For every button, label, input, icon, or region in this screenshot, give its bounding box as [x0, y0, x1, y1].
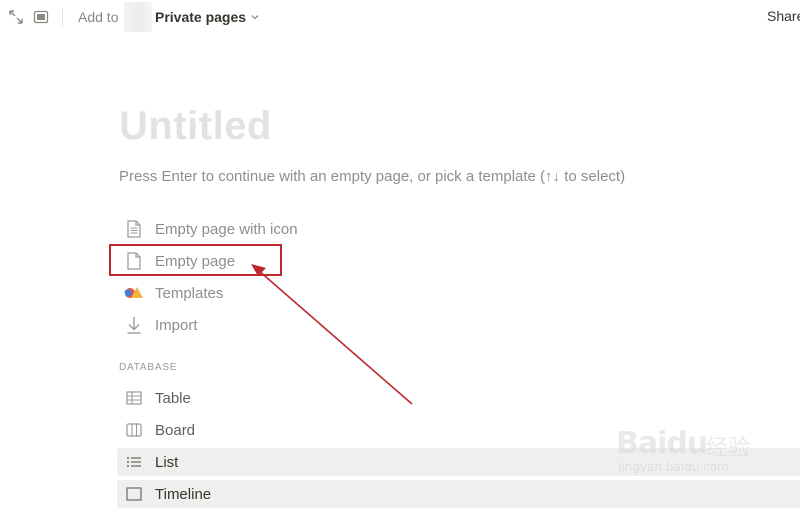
import-arrow-icon	[123, 314, 145, 336]
page-with-text-icon	[123, 218, 145, 240]
template-hint: Press Enter to continue with an empty pa…	[119, 168, 626, 185]
option-label: Import	[155, 316, 198, 334]
toolbar-divider	[62, 8, 63, 26]
database-item-label: Timeline	[155, 485, 212, 503]
baidu-watermark: Baidu 经验 jingyan.baidu.com	[614, 410, 794, 482]
templates-shapes-icon	[123, 282, 145, 304]
table-icon	[123, 387, 145, 409]
chevron-down-icon	[251, 15, 259, 20]
expand-icon[interactable]	[8, 9, 24, 25]
workspace-name: Private pages	[155, 9, 247, 25]
database-item-label: Table	[155, 389, 191, 407]
database-item-label: Board	[155, 421, 196, 439]
database-item-label: List	[155, 453, 179, 471]
board-icon	[123, 419, 145, 441]
page-title[interactable]: Untitled	[119, 104, 272, 149]
option-label: Templates	[155, 284, 224, 302]
highlight-box-annotation	[109, 244, 282, 276]
database-item-table[interactable]: Table	[119, 384, 191, 412]
watermark-logo: Baidu	[616, 426, 708, 461]
option-label: Empty page with icon	[155, 220, 298, 238]
option-templates[interactable]: Templates	[119, 280, 223, 306]
top-bar: Add to Private pages Share	[0, 0, 800, 34]
option-empty-page-with-icon[interactable]: Empty page with icon	[119, 216, 298, 242]
watermark-cn-text: 经验	[706, 436, 751, 461]
option-import[interactable]: Import	[119, 312, 198, 338]
list-icon	[123, 451, 145, 473]
watermark-url: jingyan.baidu.com	[618, 460, 729, 474]
database-section-label: DATABASE	[119, 362, 178, 373]
share-button[interactable]: Share	[767, 8, 800, 24]
add-to-label: Add to	[78, 9, 119, 25]
peek-mode-icon[interactable]	[33, 9, 49, 25]
timeline-icon	[123, 483, 145, 505]
workspace-icon	[124, 2, 152, 32]
database-item-timeline[interactable]: Timeline	[117, 480, 800, 508]
database-item-board[interactable]: Board	[119, 416, 195, 444]
workspace-selector[interactable]: Private pages	[155, 9, 260, 25]
